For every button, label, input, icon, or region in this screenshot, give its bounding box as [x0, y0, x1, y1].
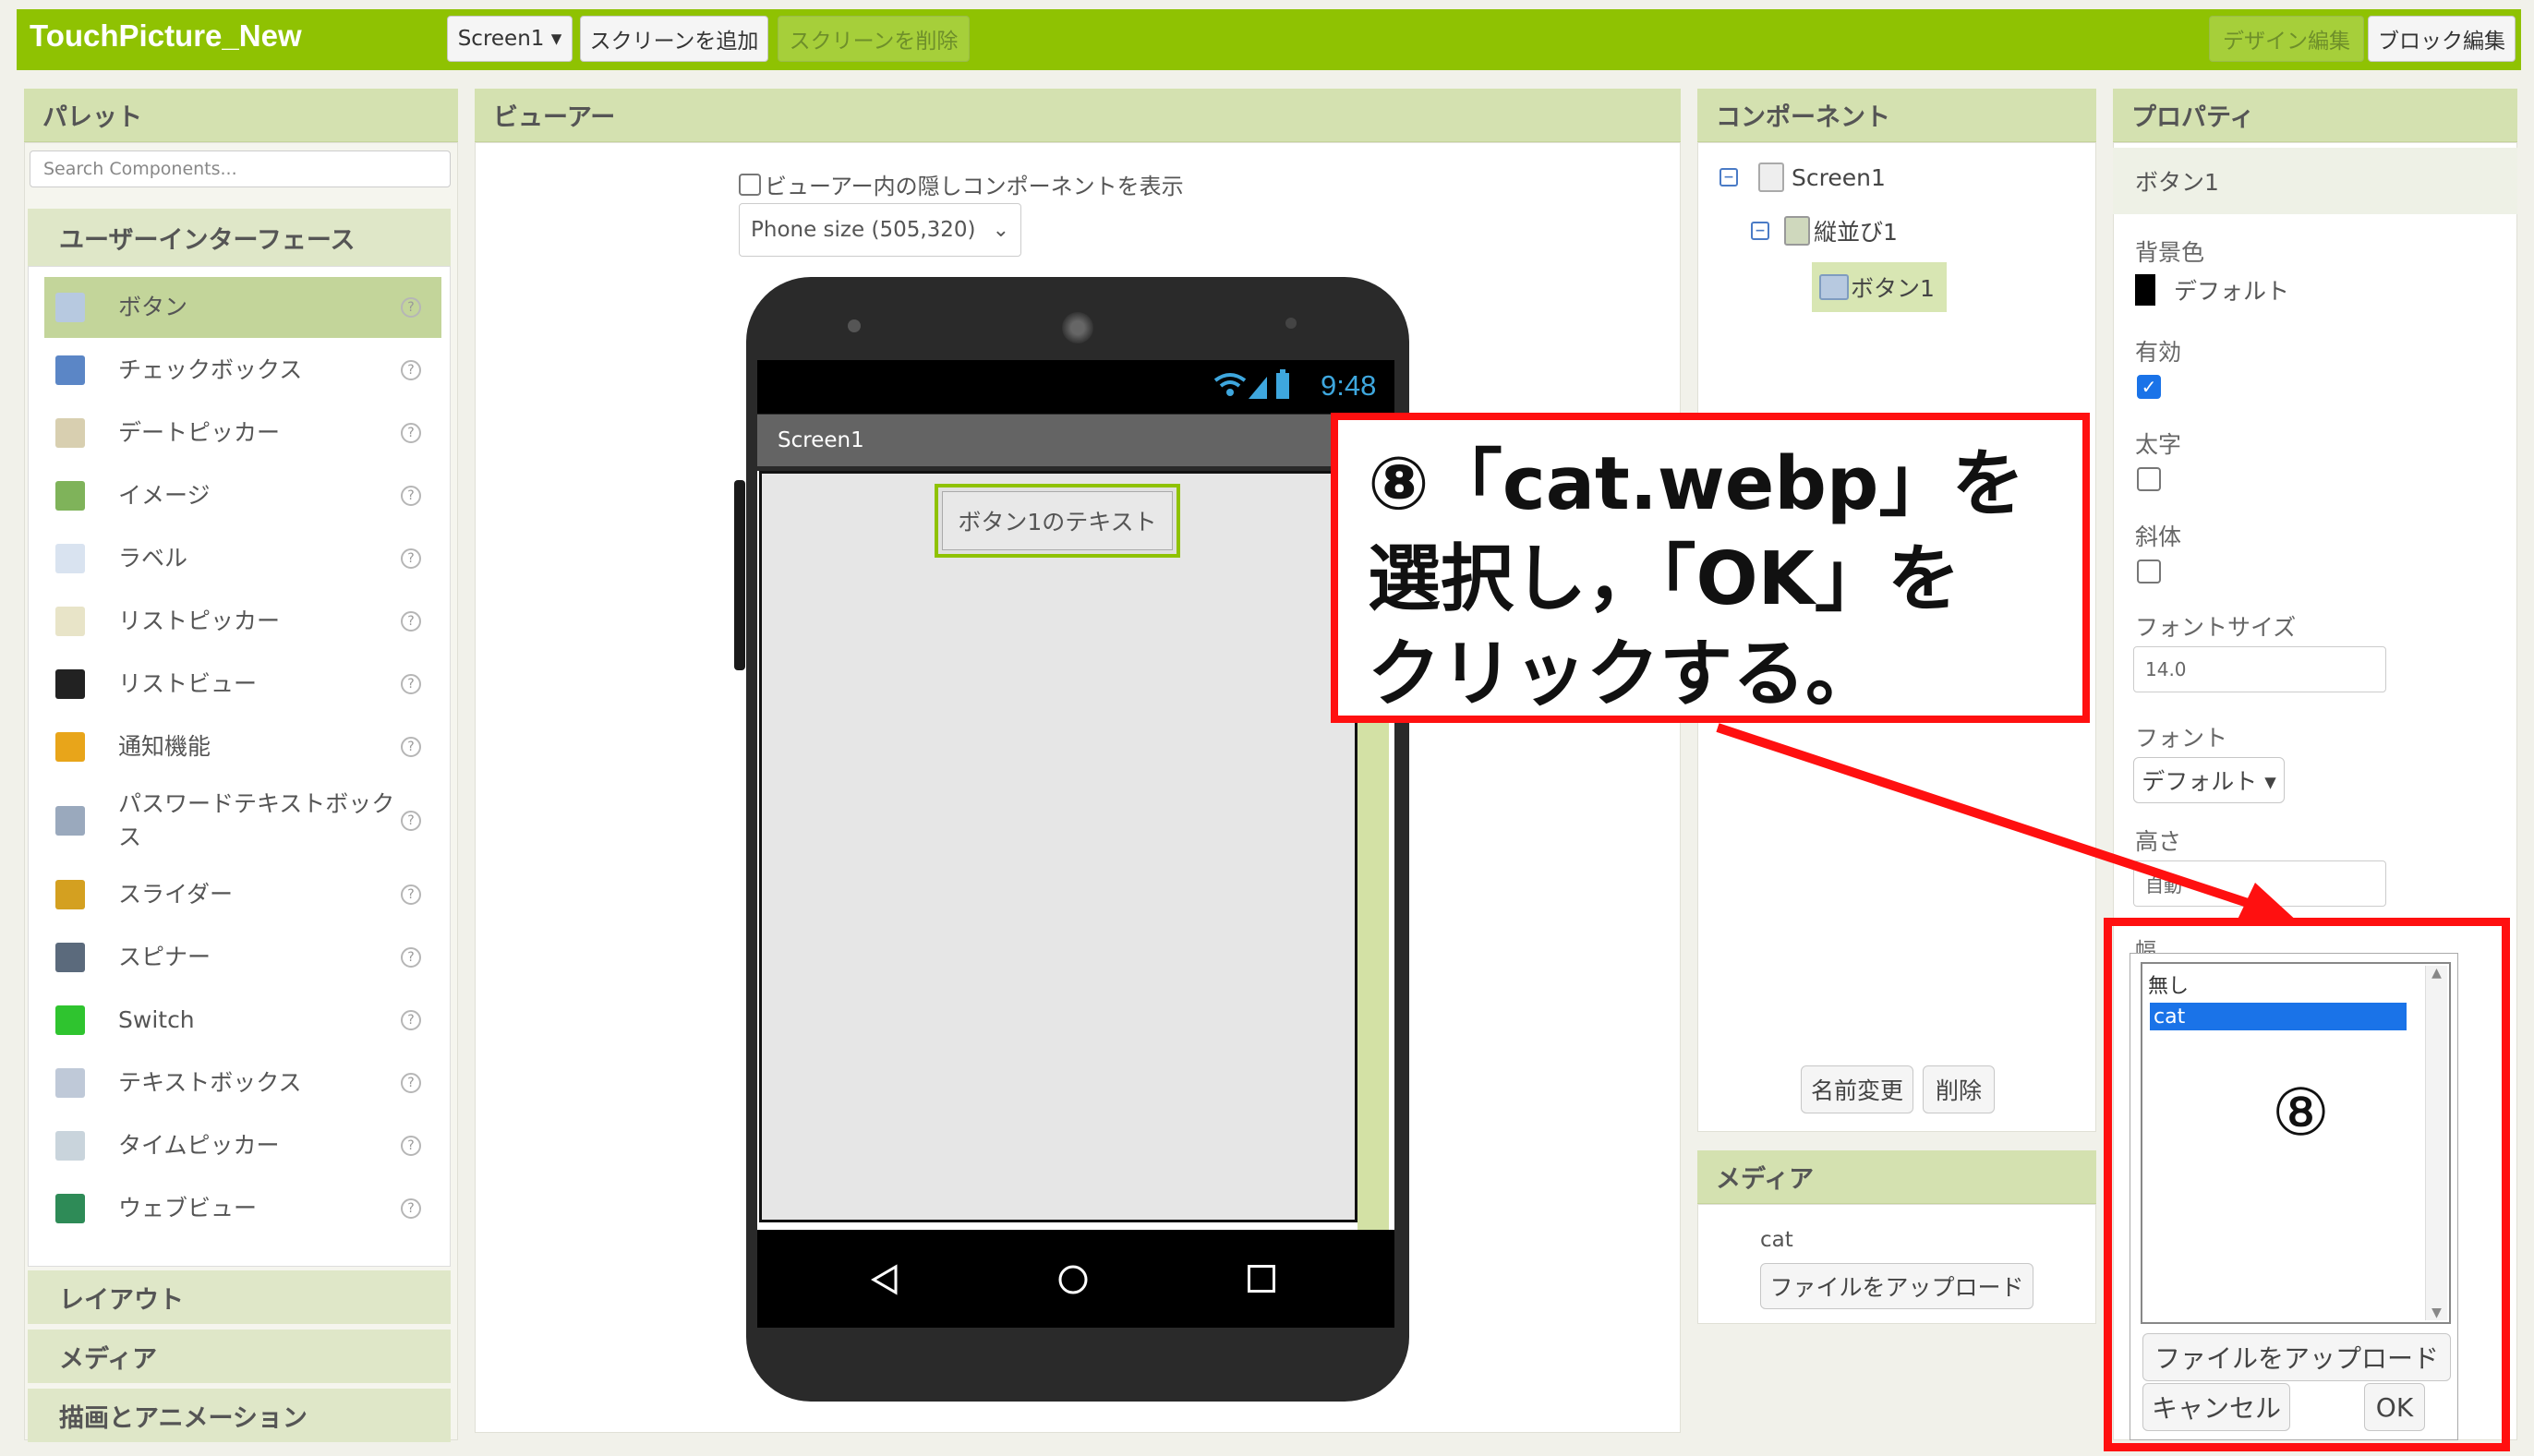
callout-line-1: ⑧「cat.webp」を	[1368, 441, 2025, 526]
callout-line-2: 選択し，「OK」を	[1368, 536, 1961, 621]
callout-arrow	[1716, 723, 2299, 925]
callout-line-3: クリックする。	[1368, 632, 1878, 716]
instruction-callout: ⑧「cat.webp」を 選択し，「OK」を クリックする。	[1331, 413, 2090, 723]
